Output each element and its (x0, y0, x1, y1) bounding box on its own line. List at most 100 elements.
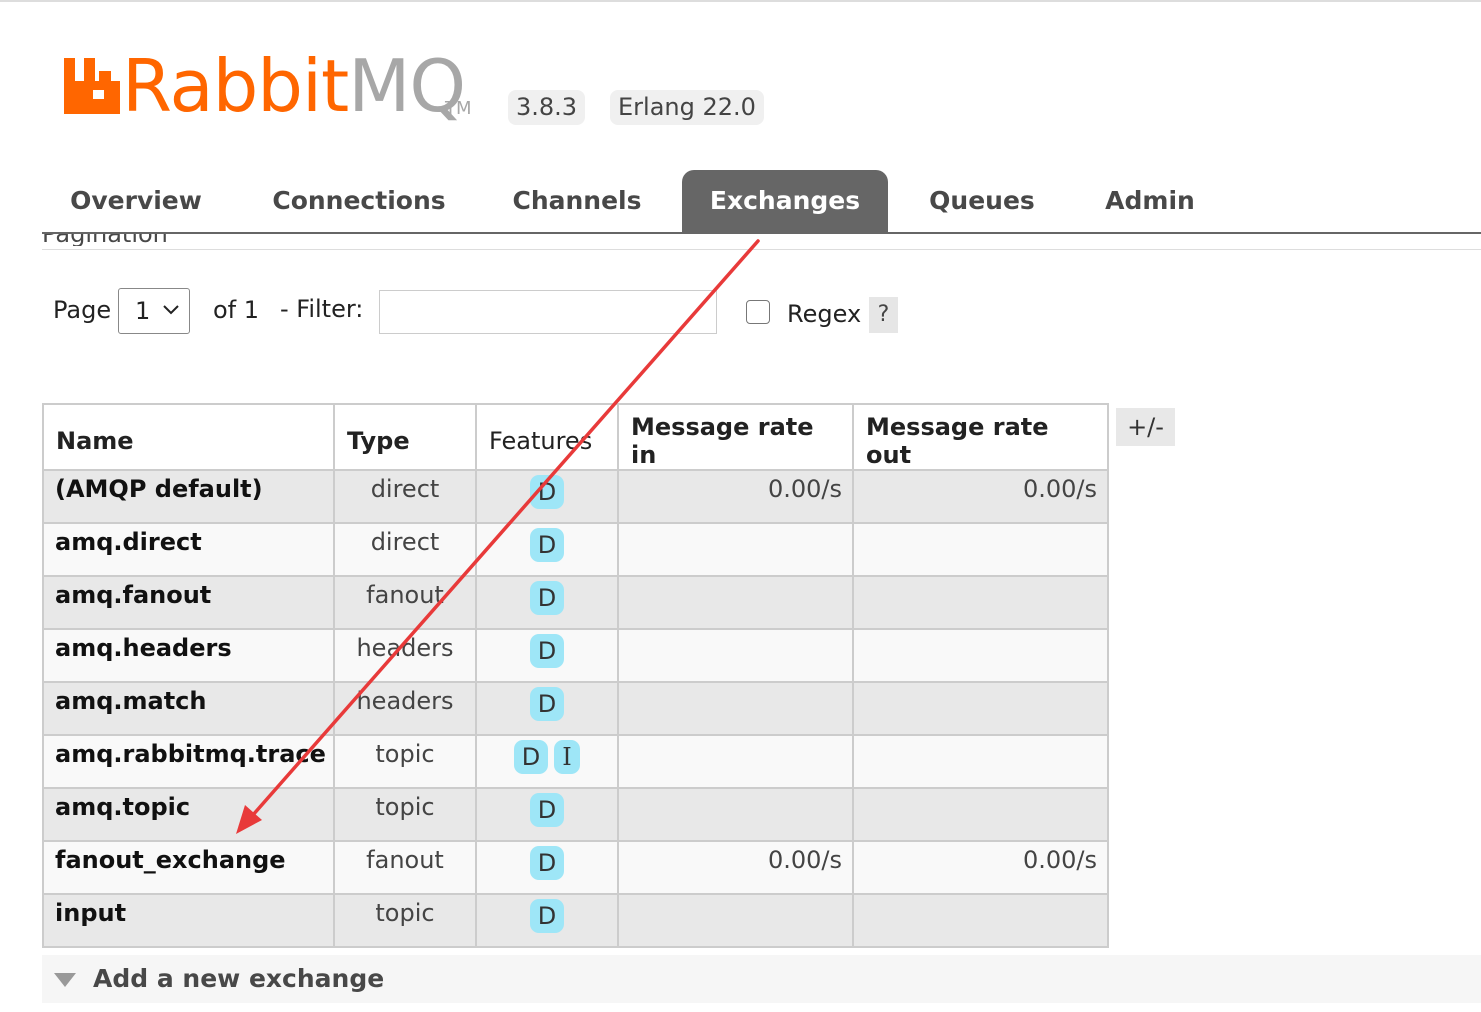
exchange-features: D (475, 681, 619, 736)
column-header-rate-in[interactable]: Message rate in (617, 403, 854, 471)
table-row[interactable]: amq.direct direct D (42, 522, 1109, 577)
message-rate-in (617, 628, 854, 683)
durable-badge: D (530, 687, 564, 721)
add-exchange-section-toggle[interactable]: Add a new exchange (42, 955, 1481, 1003)
top-rule (0, 0, 1481, 2)
tab-channels[interactable]: Channels (502, 170, 652, 232)
exchange-name-link[interactable]: (AMQP default) (42, 469, 335, 524)
version-badge: 3.8.3 (508, 90, 586, 125)
table-row[interactable]: fanout_exchange fanout D 0.00/s 0.00/s (42, 840, 1109, 895)
tab-exchanges[interactable]: Exchanges (682, 170, 888, 232)
message-rate-out (852, 681, 1109, 736)
table-row[interactable]: amq.rabbitmq.trace topic DI (42, 734, 1109, 789)
exchange-type: headers (333, 628, 477, 683)
exchange-features: D (475, 840, 619, 895)
message-rate-out: 0.00/s (852, 469, 1109, 524)
pagination-section-heading[interactable]: Pagination (42, 234, 242, 246)
message-rate-in (617, 787, 854, 842)
table-row[interactable]: amq.match headers D (42, 681, 1109, 736)
tab-queues[interactable]: Queues (922, 170, 1042, 232)
erlang-version-badge: Erlang 22.0 (610, 90, 764, 125)
message-rate-out (852, 522, 1109, 577)
toggle-columns-button[interactable]: +/- (1116, 408, 1175, 446)
exchange-type: topic (333, 787, 477, 842)
durable-badge: D (530, 846, 564, 880)
exchange-name-link[interactable]: amq.direct (42, 522, 335, 577)
collapse-triangle-icon (54, 973, 76, 987)
trademark-label: TM (445, 98, 472, 119)
column-header-rate-out[interactable]: Message rate out (852, 403, 1109, 471)
message-rate-in (617, 681, 854, 736)
message-rate-out (852, 628, 1109, 683)
message-rate-out (852, 734, 1109, 789)
internal-badge: I (554, 740, 580, 774)
tab-admin[interactable]: Admin (1100, 170, 1200, 232)
message-rate-in: 0.00/s (617, 469, 854, 524)
message-rate-out: 0.00/s (852, 840, 1109, 895)
add-exchange-heading: Add a new exchange (93, 964, 385, 993)
tab-underline (42, 232, 1481, 234)
message-rate-out (852, 575, 1109, 630)
table-row[interactable]: amq.headers headers D (42, 628, 1109, 683)
exchange-name-link[interactable]: amq.fanout (42, 575, 335, 630)
table-row[interactable]: (AMQP default) direct D 0.00/s 0.00/s (42, 469, 1109, 524)
tab-overview[interactable]: Overview (56, 170, 216, 232)
exchange-features: DI (475, 734, 619, 789)
table-row[interactable]: input topic D (42, 893, 1109, 948)
exchange-features: D (475, 628, 619, 683)
durable-badge: D (514, 740, 548, 774)
durable-badge: D (530, 475, 564, 509)
durable-badge: D (530, 899, 564, 933)
logo-wordmark: RabbitMQ (122, 44, 466, 128)
exchange-features: D (475, 575, 619, 630)
column-header-name[interactable]: Name (42, 403, 335, 471)
exchange-type: direct (333, 522, 477, 577)
exchange-features: D (475, 787, 619, 842)
filter-label: - Filter: (280, 295, 364, 323)
exchange-features: D (475, 469, 619, 524)
exchanges-table: Name Type Features Message rate in Messa… (42, 403, 1109, 948)
exchange-type: topic (333, 893, 477, 948)
exchange-features: D (475, 522, 619, 577)
message-rate-out (852, 787, 1109, 842)
exchange-features: D (475, 893, 619, 948)
exchange-type: topic (333, 734, 477, 789)
regex-checkbox[interactable] (746, 300, 770, 324)
exchange-name-link[interactable]: input (42, 893, 335, 948)
exchange-name-link[interactable]: amq.topic (42, 787, 335, 842)
page-select-value: 1 (135, 297, 151, 325)
table-row[interactable]: amq.fanout fanout D (42, 575, 1109, 630)
filter-input[interactable] (379, 290, 717, 334)
exchange-type: direct (333, 469, 477, 524)
exchange-type: headers (333, 681, 477, 736)
exchange-name-link[interactable]: fanout_exchange (42, 840, 335, 895)
exchange-type: fanout (333, 840, 477, 895)
regex-help-button[interactable]: ? (869, 297, 898, 333)
durable-badge: D (530, 793, 564, 827)
main-nav-tabs: Overview Connections Channels Exchanges … (42, 170, 1481, 232)
rabbitmq-logo[interactable]: RabbitMQ (64, 44, 466, 128)
column-header-features: Features (475, 403, 619, 471)
message-rate-in (617, 575, 854, 630)
exchange-type: fanout (333, 575, 477, 630)
table-row[interactable]: amq.topic topic D (42, 787, 1109, 842)
message-rate-out (852, 893, 1109, 948)
tab-connections[interactable]: Connections (264, 170, 454, 232)
page-label: Page (53, 296, 112, 324)
exchange-name-link[interactable]: amq.match (42, 681, 335, 736)
durable-badge: D (530, 528, 564, 562)
message-rate-in (617, 893, 854, 948)
message-rate-in: 0.00/s (617, 840, 854, 895)
rabbitmq-logo-icon (64, 58, 120, 114)
exchange-name-link[interactable]: amq.headers (42, 628, 335, 683)
durable-badge: D (530, 634, 564, 668)
table-header-row: Name Type Features Message rate in Messa… (42, 403, 1109, 471)
column-header-type[interactable]: Type (333, 403, 477, 471)
exchange-name-link[interactable]: amq.rabbitmq.trace (42, 734, 335, 789)
chevron-down-icon (163, 305, 179, 315)
regex-label: Regex (787, 300, 862, 328)
durable-badge: D (530, 581, 564, 615)
message-rate-in (617, 522, 854, 577)
section-divider (42, 249, 1481, 250)
page-select[interactable]: 1 (118, 288, 190, 334)
